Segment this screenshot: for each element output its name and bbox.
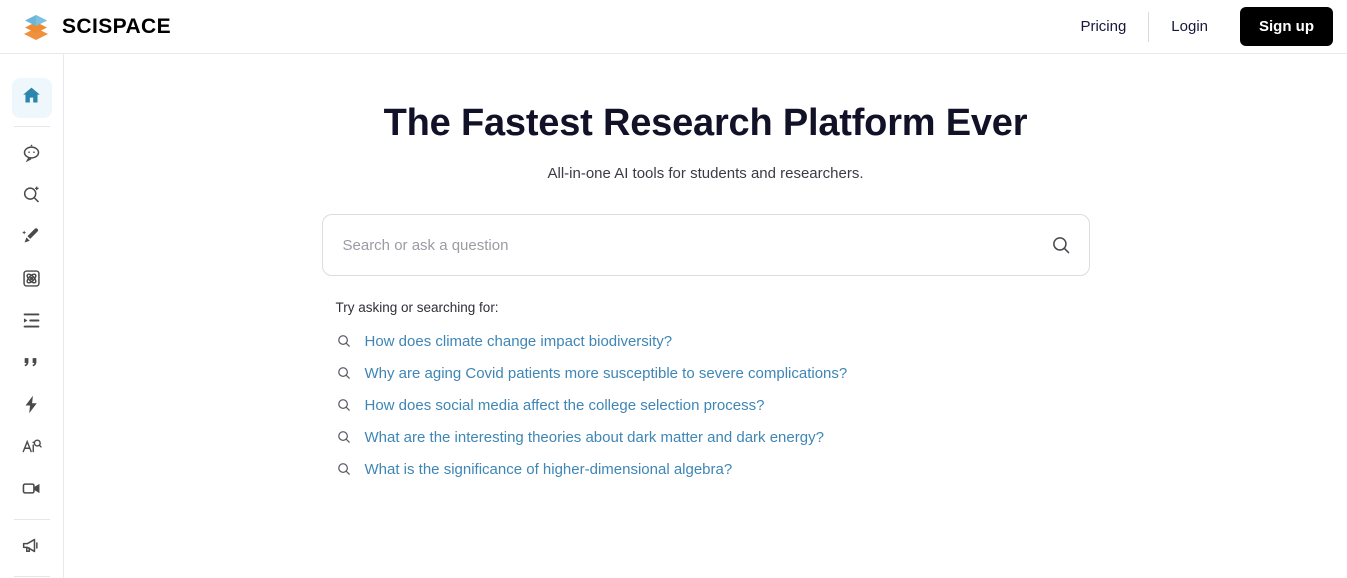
left-sidebar [0,54,64,578]
video-camera-icon [21,478,42,504]
search-icon [336,333,352,349]
sidebar-item-outline[interactable] [12,303,52,343]
search-input[interactable] [322,215,1033,275]
search-icon [336,365,352,381]
suggestion-item[interactable]: What is the significance of higher-dimen… [336,453,1090,485]
sidebar-item-home[interactable] [11,78,52,118]
sidebar-item-extract-data[interactable] [12,261,52,301]
brand-logo[interactable]: SCISPACE [21,12,171,42]
sidebar-divider-bottom [13,576,50,577]
suggestion-text: What is the significance of higher-dimen… [364,460,733,478]
ai-detect-icon [21,436,42,462]
sidebar-divider-top [13,126,50,127]
sidebar-item-announcements[interactable] [12,528,52,568]
suggestions-panel: Try asking or searching for: How does cl… [322,300,1090,485]
quote-icon [21,352,42,378]
sidebar-item-video[interactable] [12,471,52,511]
page-title: The Fastest Research Platform Ever [383,102,1028,144]
header-actions: Pricing Login Sign up [1062,0,1333,53]
brand-name: SCISPACE [62,14,171,38]
main-content: The Fastest Research Platform Ever All-i… [64,54,1347,578]
login-link[interactable]: Login [1153,18,1226,35]
sidebar-item-paraphraser[interactable] [12,219,52,259]
top-header: SCISPACE Pricing Login Sign up [0,0,1347,54]
page-subtitle: All-in-one AI tools for students and res… [547,165,864,182]
search-icon [336,429,352,445]
home-icon [21,85,42,111]
sidebar-item-ai-detector[interactable] [12,429,52,469]
header-divider [1148,11,1150,42]
sidebar-divider-bottom-top [13,519,50,520]
sidebar-item-literature-review[interactable] [12,177,52,217]
search-icon [336,397,352,413]
search-box[interactable] [321,214,1090,276]
search-area [321,214,1090,276]
signup-button[interactable]: Sign up [1240,7,1333,46]
atom-icon [21,268,42,294]
search-sparkle-icon [21,184,42,210]
sidebar-item-chat[interactable] [12,135,52,175]
layers-logo-icon [21,12,51,42]
lightning-bolt-icon [21,394,42,420]
suggestion-item[interactable]: How does social media affect the college… [336,389,1090,421]
pricing-link[interactable]: Pricing [1062,18,1144,35]
suggestions-label: Try asking or searching for: [335,300,499,315]
outline-list-icon [21,310,42,336]
megaphone-icon [21,535,42,561]
search-icon [336,461,352,477]
suggestion-item[interactable]: What are the interesting theories about … [336,421,1090,453]
suggestion-text: How does social media affect the college… [364,396,765,414]
suggestion-text: How does climate change impact biodivers… [364,332,673,350]
sidebar-item-citation[interactable] [12,345,52,385]
sidebar-item-quick-tools[interactable] [12,387,52,427]
suggestion-item[interactable]: Why are aging Covid patients more suscep… [336,357,1090,389]
suggestion-text: Why are aging Covid patients more suscep… [364,364,848,382]
suggestion-text: What are the interesting theories about … [364,428,824,446]
chat-bubble-icon [21,142,42,168]
suggestion-item[interactable]: How does climate change impact biodivers… [336,325,1090,357]
magic-pen-icon [21,226,42,252]
search-submit-button[interactable] [1033,215,1089,275]
